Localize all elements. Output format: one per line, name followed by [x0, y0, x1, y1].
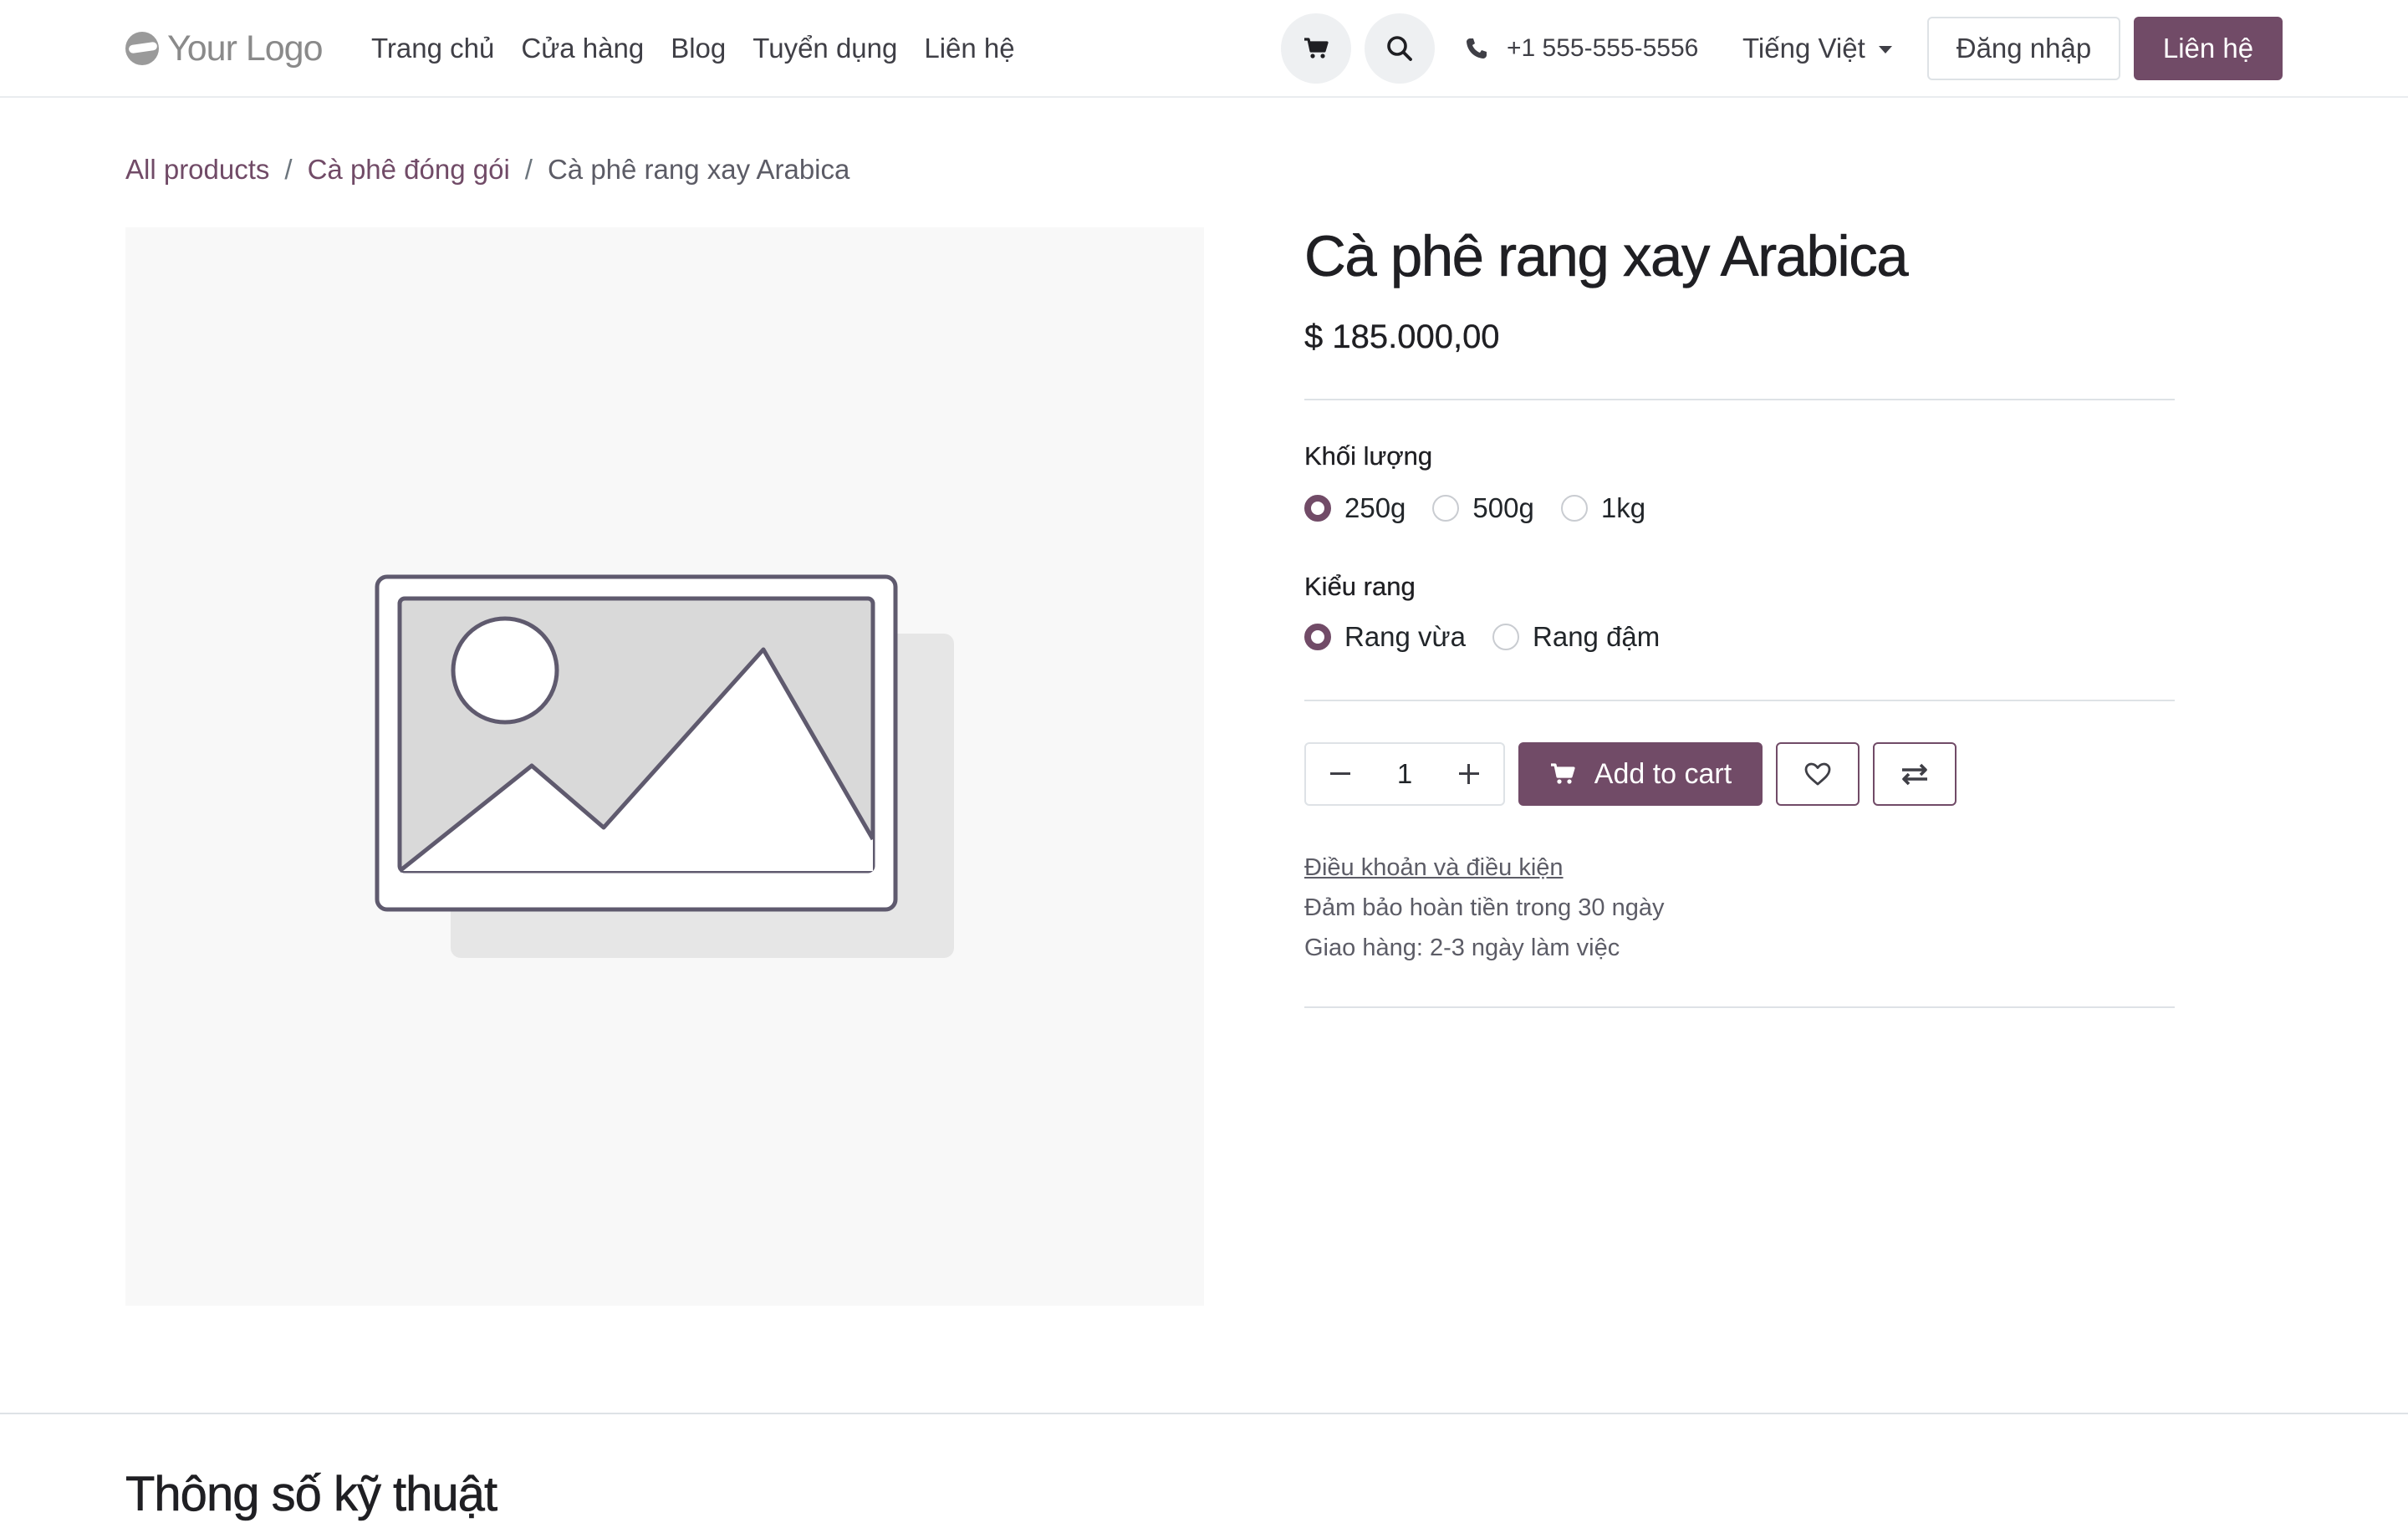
radio-unchecked[interactable] [1492, 624, 1520, 650]
logo-icon [125, 32, 159, 65]
breadcrumb: All products / Cà phê đóng gói / Cà phê … [125, 149, 849, 191]
add-to-cart-label: Add to cart [1594, 757, 1732, 790]
radio-unchecked[interactable] [1432, 495, 1460, 522]
shipping-info: Giao hàng: 2-3 ngày làm việc [1304, 935, 1620, 961]
divider [1304, 399, 2175, 400]
option-500g[interactable]: 500g [1432, 487, 1534, 529]
cart-icon [1550, 763, 1575, 784]
nav-item-shop[interactable]: Cửa hàng [521, 28, 644, 69]
compare-button[interactable] [1873, 742, 1956, 806]
divider [1304, 1006, 2175, 1008]
cart-icon [1304, 38, 1329, 59]
search-icon [1387, 36, 1412, 61]
roast-options: Rang vừa Rang đậm [1304, 616, 1686, 658]
image-placeholder-icon [375, 574, 954, 958]
breadcrumb-separator: / [284, 154, 293, 185]
nav-item-blog[interactable]: Blog [671, 28, 726, 69]
exchange-icon [1902, 763, 1927, 786]
plus-icon[interactable] [1457, 761, 1482, 787]
option-label: Rang đậm [1533, 621, 1661, 652]
phone-icon [1467, 38, 1487, 59]
breadcrumb-current: Cà phê rang xay Arabica [547, 154, 850, 185]
option-medium-roast[interactable]: Rang vừa [1304, 616, 1466, 658]
wishlist-button[interactable] [1776, 742, 1860, 806]
radio-checked[interactable] [1304, 495, 1331, 522]
option-1kg[interactable]: 1kg [1560, 487, 1646, 529]
site-logo[interactable]: Your Logo [125, 25, 323, 72]
contact-button[interactable]: Liên hệ [2134, 17, 2283, 80]
nav-item-jobs[interactable]: Tuyển dụng [752, 28, 897, 69]
chevron-down-icon [1878, 45, 1892, 53]
product-image[interactable] [125, 227, 1204, 1306]
phone-number: +1 555-555-5556 [1507, 34, 1699, 62]
minus-icon[interactable] [1328, 761, 1353, 787]
product-price: $ 185.000,00 [1304, 318, 1500, 355]
nav-item-home[interactable]: Trang chủ [371, 28, 494, 69]
language-selector[interactable]: Tiếng Việt [1742, 28, 1892, 69]
breadcrumb-separator: / [524, 154, 533, 185]
logo-text: Your Logo [167, 28, 323, 69]
specs-heading: Thông số kỹ thuật [125, 1467, 498, 1522]
cart-button[interactable] [1281, 13, 1351, 84]
login-button[interactable]: Đăng nhập [1927, 17, 2120, 80]
search-button[interactable] [1365, 13, 1435, 84]
attribute-label-weight: Khối lượng [1304, 441, 1433, 471]
refund-guarantee: Đảm bảo hoàn tiền trong 30 ngày [1304, 894, 1665, 921]
option-label: 1kg [1600, 492, 1646, 523]
divider [1304, 700, 2175, 701]
option-label: 250g [1344, 492, 1406, 523]
option-dark-roast[interactable]: Rang đậm [1492, 616, 1660, 658]
terms-link[interactable]: Điều khoản và điều kiện [1304, 849, 1564, 886]
attribute-label-roast: Kiểu rang [1304, 572, 1416, 601]
phone-contact[interactable]: +1 555-555-5556 [1465, 30, 1698, 67]
weight-options: 250g 500g 1kg [1304, 487, 1672, 529]
radio-checked[interactable] [1304, 624, 1331, 650]
nav-item-contact[interactable]: Liên hệ [924, 28, 1014, 69]
heart-icon [1804, 762, 1831, 786]
language-label: Tiếng Việt [1742, 33, 1865, 64]
product-title: Cà phê rang xay Arabica [1304, 224, 1909, 289]
breadcrumb-category[interactable]: Cà phê đóng gói [308, 149, 510, 191]
option-250g[interactable]: 250g [1304, 487, 1406, 529]
main-nav: Trang chủ Cửa hàng Blog Tuyển dụng Liên … [371, 28, 1042, 69]
quantity-value[interactable]: 1 [1397, 758, 1412, 790]
option-label: Rang vừa [1344, 621, 1467, 652]
radio-unchecked[interactable] [1560, 495, 1588, 522]
option-label: 500g [1472, 492, 1534, 523]
section-divider [0, 1413, 2408, 1414]
add-to-cart-button[interactable]: Add to cart [1518, 742, 1763, 806]
quantity-stepper: 1 [1304, 742, 1505, 806]
breadcrumb-all-products[interactable]: All products [125, 149, 269, 191]
site-header: Your Logo Trang chủ Cửa hàng Blog Tuyển … [0, 0, 2408, 98]
